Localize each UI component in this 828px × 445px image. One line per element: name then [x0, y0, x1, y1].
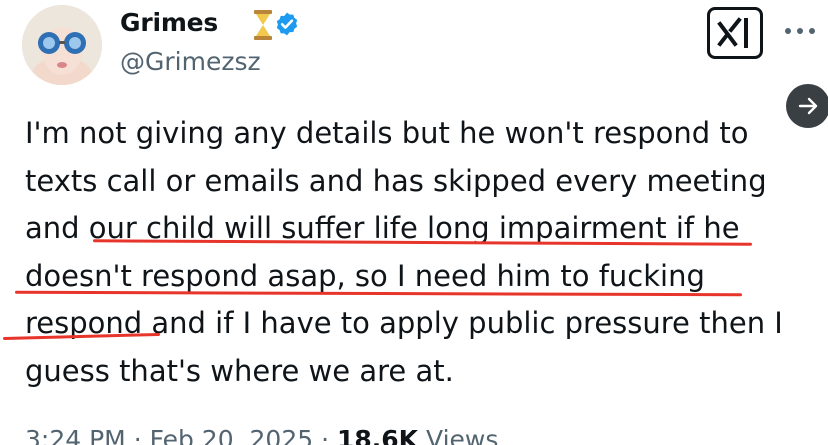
verified-badge-icon[interactable] [274, 11, 300, 37]
meta-separator: · [133, 425, 142, 445]
tweet-text-line: and our child will suffer life long impa… [25, 211, 740, 245]
grok-icon [717, 17, 748, 48]
author-display-name[interactable]: Grimes [120, 7, 218, 39]
arrow-right-icon [798, 97, 818, 115]
tweet-time[interactable]: 3:24 PM [25, 425, 126, 445]
meta-separator: · [321, 425, 330, 445]
author-handle[interactable]: @Grimezsz [120, 46, 261, 78]
tweet-text-line: guess that's where we are at. [25, 353, 454, 388]
tweet-text: I'm not giving any details but he won't … [25, 110, 795, 395]
tweet-text-line: I'm not giving any details but he won't … [25, 116, 749, 150]
more-dots-icon[interactable] [784, 27, 816, 35]
avatar-image [22, 5, 102, 85]
tweet-meta: 3:24 PM · Feb 20, 2025 · 18.6K Views [25, 423, 498, 445]
tweet-date[interactable]: Feb 20, 2025 [150, 425, 314, 445]
tweet-card: Grimes @Grimezsz I'm not giving any deta… [0, 0, 828, 445]
hourglass-icon [254, 10, 272, 40]
views-label: Views [426, 425, 499, 445]
views-count[interactable]: 18.6K [337, 425, 418, 445]
tweet-text-line: texts call or emails and has skipped eve… [25, 163, 767, 198]
avatar[interactable] [22, 5, 102, 85]
tweet-text-line: respond and if I have to apply public pr… [25, 306, 783, 340]
grok-button[interactable] [707, 7, 763, 59]
